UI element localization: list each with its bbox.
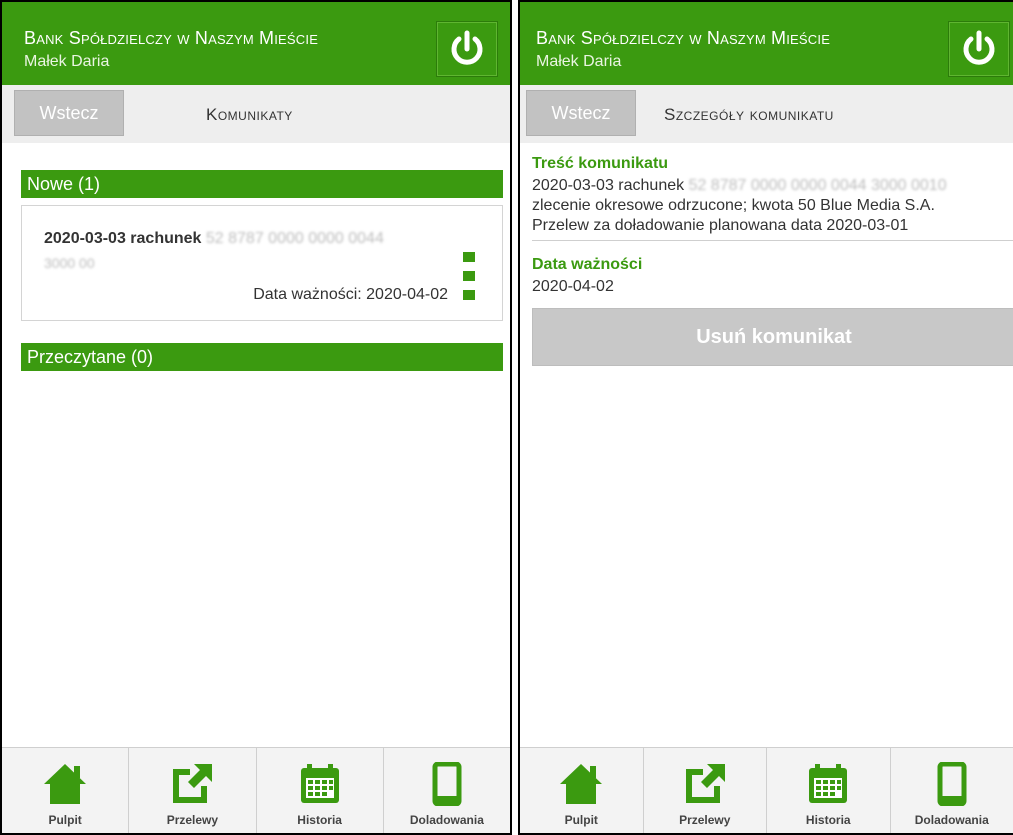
bottom-navigation: Pulpit Przelewy Historia Doladowania	[2, 747, 510, 833]
nav-przelewy[interactable]: Przelewy	[644, 748, 767, 833]
content-line-3: Przelew za doładowanie planowana data 20…	[532, 217, 909, 234]
bank-name: Bank Spółdzielczy w Naszym Mieście	[536, 28, 831, 48]
home-icon	[44, 764, 87, 804]
power-icon	[451, 30, 483, 65]
nav-label: Pulpit	[48, 813, 82, 827]
nav-pulpit[interactable]: Pulpit	[520, 748, 644, 833]
bank-name: Bank Spółdzielczy w Naszym Mieście	[24, 28, 319, 48]
validity-label: Data ważności	[532, 256, 643, 273]
logout-button[interactable]	[436, 21, 498, 77]
nav-historia[interactable]: Historia	[257, 748, 384, 833]
power-icon	[963, 30, 995, 65]
content-line-2: zlecenie okresowe odrzucone; kwota 50 Bl…	[532, 197, 935, 214]
calendar-icon	[300, 764, 339, 803]
message-item[interactable]: 2020-03-03 rachunek 52 8787 0000 0000 00…	[21, 205, 503, 321]
home-icon	[560, 764, 603, 804]
nav-przelewy[interactable]: Przelewy	[129, 748, 257, 833]
title-bar: Wstecz Szczegóły komunikatu	[520, 85, 1013, 143]
nav-doladowania[interactable]: Doladowania	[384, 748, 510, 833]
account-number-blurred: 52 8787 0000 0000 0044 3000 0010	[688, 177, 947, 194]
user-name: Małek Daria	[536, 53, 622, 70]
nav-label: Przelewy	[166, 813, 219, 827]
section-new-header[interactable]: Nowe (1)	[21, 170, 503, 198]
nav-label: Przelewy	[679, 813, 731, 827]
screen-komunikaty: Bank Spółdzielczy w Naszym Mieście Małek…	[0, 0, 512, 835]
content-label: Treść komunikatu	[532, 155, 669, 172]
account-number-blurred: 52 8787 0000 0000 0044	[205, 230, 384, 247]
nav-historia[interactable]: Historia	[767, 748, 891, 833]
app-header: Bank Spółdzielczy w Naszym Mieście Małek…	[520, 2, 1013, 85]
content-text: 2020-03-03 rachunek 52 8787 0000 0000 00…	[532, 176, 947, 236]
back-button[interactable]: Wstecz	[14, 90, 124, 136]
transfer-icon	[173, 764, 213, 803]
more-options-icon[interactable]	[463, 252, 475, 300]
nav-doladowania[interactable]: Doladowania	[891, 748, 1013, 833]
user-name: Małek Daria	[24, 53, 110, 70]
divider	[532, 240, 1013, 241]
message-validity: Data ważności: 2020-04-02	[253, 286, 448, 303]
nav-pulpit[interactable]: Pulpit	[2, 748, 130, 833]
nav-label: Doladowania	[914, 813, 989, 827]
account-number-blurred-2: 3000 00	[44, 255, 95, 271]
calendar-icon	[809, 764, 848, 803]
message-date-account: 2020-03-03 rachunek	[44, 230, 202, 247]
back-button[interactable]: Wstecz	[526, 90, 636, 136]
validity-value: 2020-04-02	[532, 278, 614, 295]
nav-label: Doladowania	[409, 813, 484, 827]
content-date-account: 2020-03-03 rachunek	[532, 177, 685, 194]
page-title: Szczegóły komunikatu	[664, 105, 834, 124]
section-read-header[interactable]: Przeczytane (0)	[21, 343, 503, 371]
transfer-icon	[685, 764, 725, 803]
message-title: 2020-03-03 rachunek 52 8787 0000 0000 00…	[44, 230, 384, 248]
page-title: Komunikaty	[206, 105, 293, 124]
phone-icon	[937, 762, 967, 806]
content-line-1: 2020-03-03 rachunek 52 8787 0000 0000 00…	[532, 176, 947, 196]
screen-szczegoly-komunikatu: Bank Spółdzielczy w Naszym Mieście Małek…	[518, 0, 1013, 835]
nav-label: Historia	[297, 813, 342, 827]
logout-button[interactable]	[948, 21, 1010, 77]
nav-label: Pulpit	[564, 813, 598, 827]
nav-label: Historia	[805, 813, 851, 827]
phone-icon	[432, 762, 462, 806]
bottom-navigation: Pulpit Przelewy Historia Doladowania	[520, 747, 1013, 833]
delete-message-button[interactable]: Usuń komunikat	[532, 308, 1013, 366]
app-header: Bank Spółdzielczy w Naszym Mieście Małek…	[2, 2, 510, 85]
title-bar: Wstecz Komunikaty	[2, 85, 510, 143]
